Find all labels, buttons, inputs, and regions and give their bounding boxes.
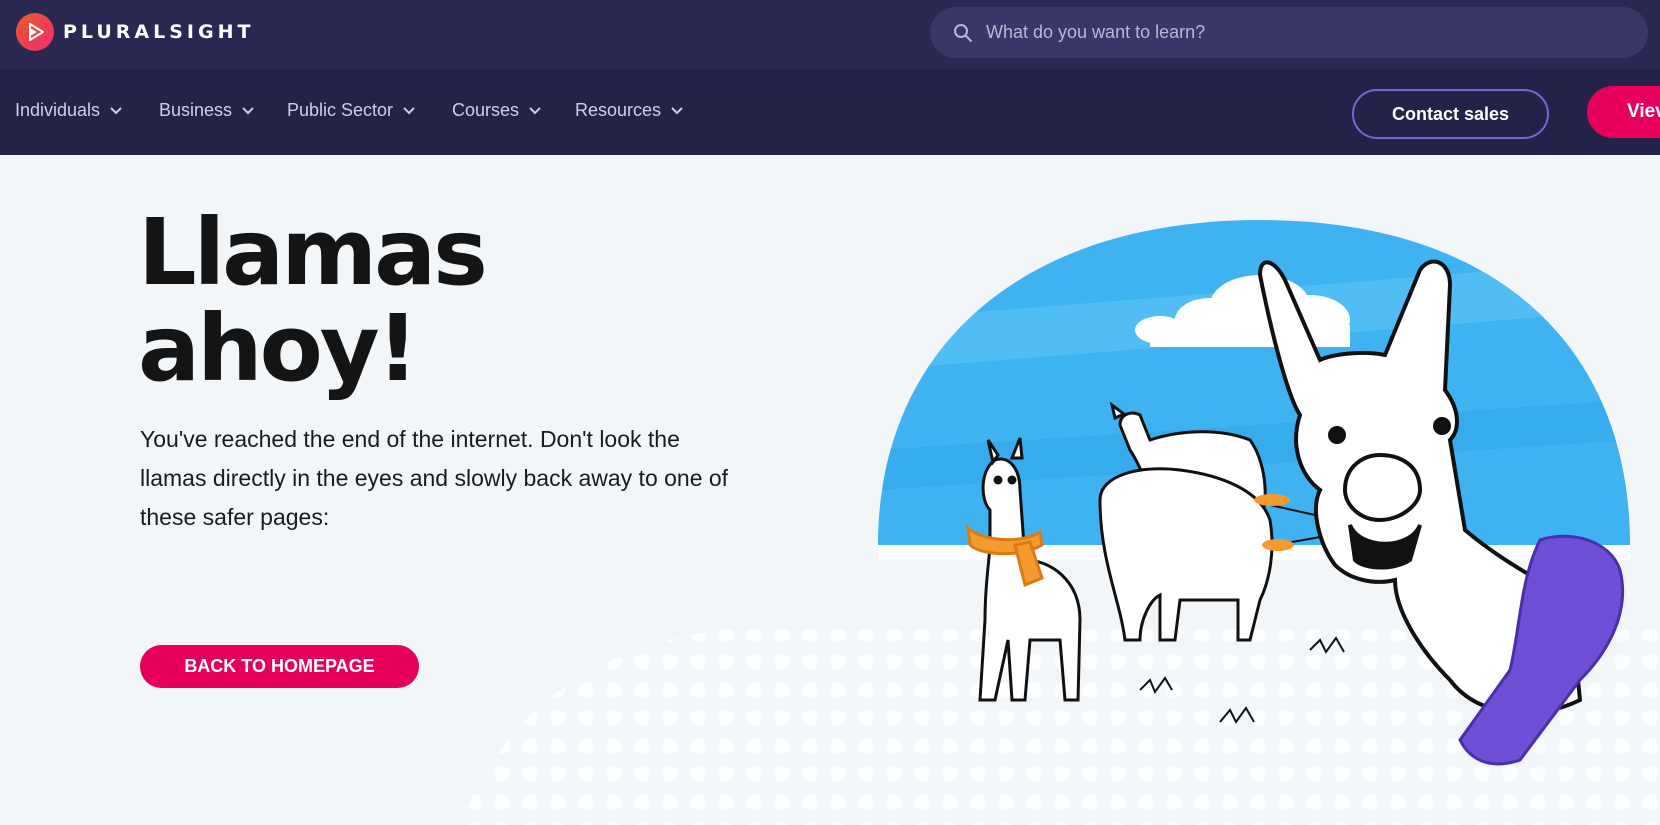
llamas-illustration	[460, 220, 1660, 825]
pluralsight-logo[interactable]: PLURALSIGHT	[16, 13, 254, 51]
main-nav: Individuals Business Public Sector Cours…	[0, 69, 1660, 155]
view-plans-button[interactable]: Viev	[1587, 86, 1660, 138]
chevron-down-icon	[242, 106, 254, 114]
nav-item-label: Business	[159, 100, 233, 120]
chevron-down-icon	[403, 106, 415, 114]
nav-item-label: Public Sector	[287, 100, 394, 120]
nav-item-label: Individuals	[15, 100, 101, 120]
chevron-down-icon	[529, 106, 541, 114]
search-icon	[952, 22, 974, 44]
nav-item-courses[interactable]: Courses	[452, 100, 541, 121]
back-to-homepage-button[interactable]: BACK TO HOMEPAGE	[140, 645, 419, 688]
brand-name: PLURALSIGHT	[63, 21, 255, 43]
nav-item-public-sector[interactable]: Public Sector	[287, 100, 415, 121]
pluralsight-play-logo-icon	[16, 13, 54, 51]
llama-middle-front	[1098, 467, 1274, 642]
search-bar[interactable]	[930, 7, 1648, 58]
chevron-down-icon	[671, 106, 683, 114]
nav-item-label: Courses	[452, 100, 520, 120]
nav-item-resources[interactable]: Resources	[575, 100, 683, 121]
search-input[interactable]	[986, 22, 1648, 43]
nav-item-label: Resources	[575, 100, 662, 120]
nav-item-individuals[interactable]: Individuals	[15, 100, 122, 121]
chevron-down-icon	[110, 106, 122, 114]
nav-item-business[interactable]: Business	[159, 100, 254, 121]
contact-sales-button[interactable]: Contact sales	[1352, 89, 1549, 139]
top-header: PLURALSIGHT	[0, 0, 1660, 69]
